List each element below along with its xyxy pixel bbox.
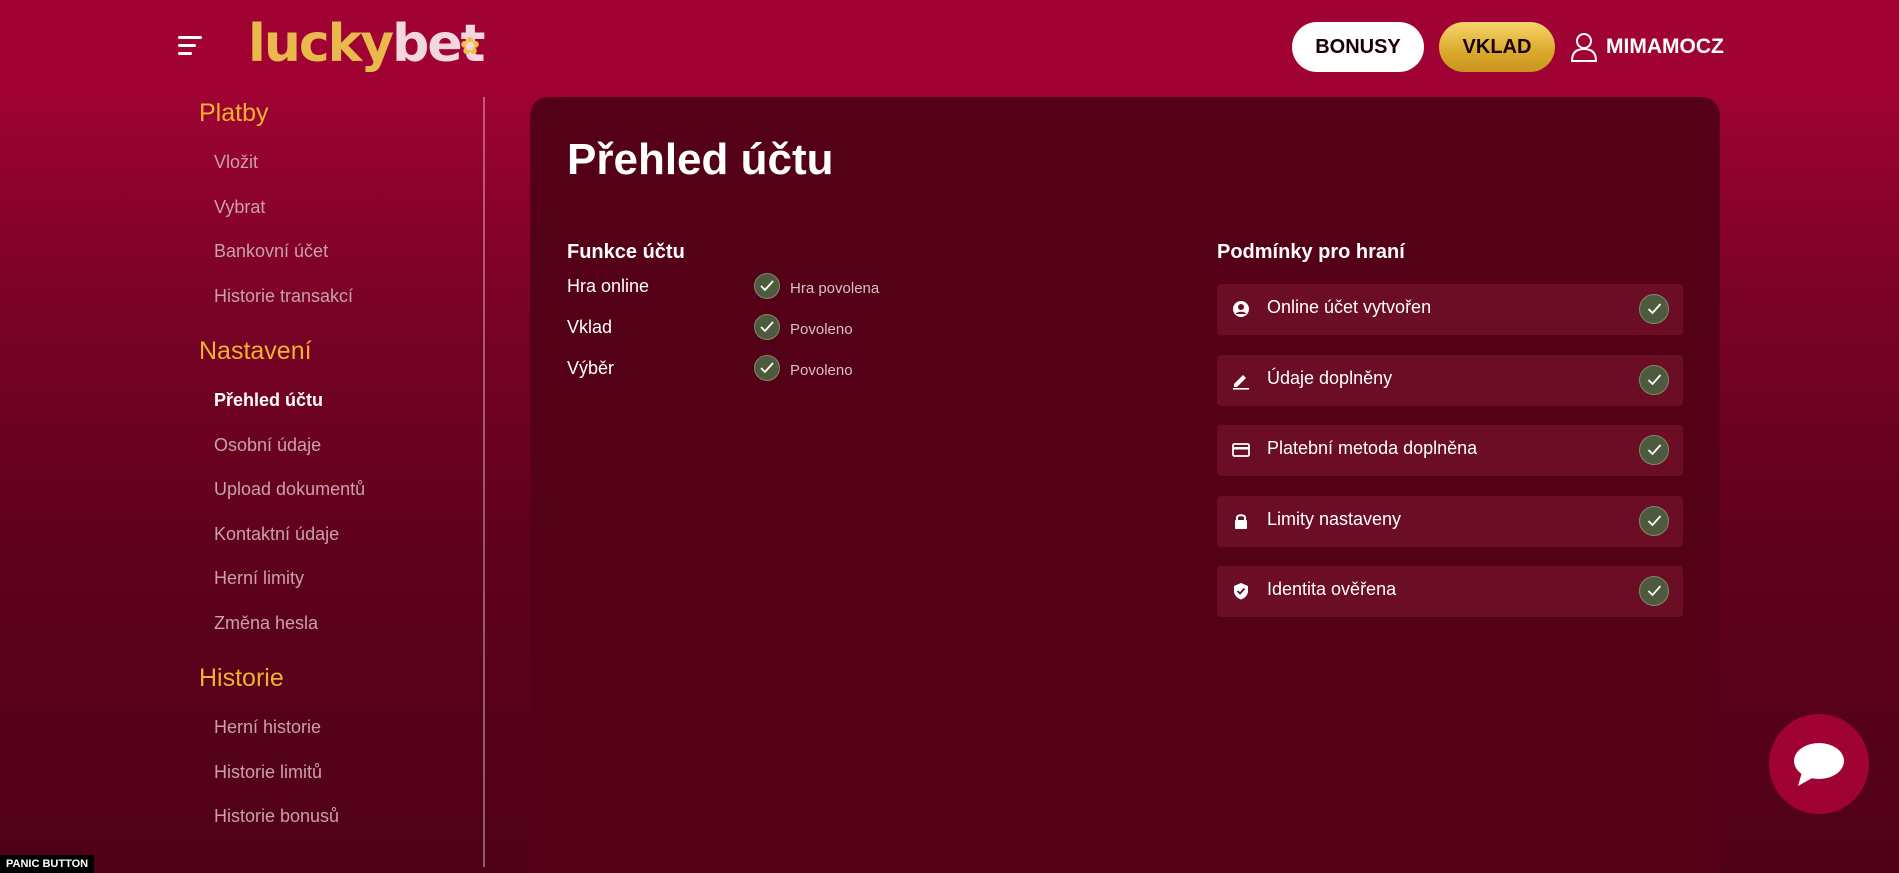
check-icon <box>754 355 780 381</box>
feature-row: Vklad Povoleno <box>567 314 967 346</box>
check-icon <box>1639 365 1669 395</box>
sidebar-item-osobni-udaje[interactable]: Osobní údaje <box>199 434 479 479</box>
panic-button[interactable]: PANIC BUTTON <box>0 855 95 873</box>
live-chat-button[interactable] <box>1769 714 1869 814</box>
feature-status: Povoleno <box>790 362 853 379</box>
check-icon <box>1639 294 1669 324</box>
condition-row: Identita ověřena <box>1217 566 1683 617</box>
condition-row: Platební metoda doplněna <box>1217 425 1683 476</box>
feature-status: Povoleno <box>790 321 853 338</box>
account-overview-panel: Přehled účtu Funkce účtu Hra online Hra … <box>530 97 1720 873</box>
feature-label: Výběr <box>567 358 615 378</box>
feature-label: Vklad <box>567 317 613 337</box>
chat-bubble-icon <box>1794 743 1844 786</box>
vklad-button[interactable]: VKLAD <box>1439 22 1555 72</box>
username: MIMAMOCZ <box>1606 35 1724 58</box>
credit-card-icon <box>1232 443 1250 457</box>
features-title: Funkce účtu <box>567 241 685 263</box>
conditions-title: Podmínky pro hraní <box>1217 241 1405 263</box>
shield-check-icon <box>1234 583 1248 600</box>
check-icon <box>1639 506 1669 536</box>
sidebar-item-zmena-hesla[interactable]: Změna hesla <box>199 612 479 657</box>
condition-row: Online účet vytvořen <box>1217 284 1683 335</box>
feature-status: Hra povolena <box>790 280 880 297</box>
user-circle-icon <box>1233 301 1249 317</box>
check-icon <box>1639 435 1669 465</box>
bonusy-button[interactable]: BONUSY <box>1292 22 1424 72</box>
sidebar-item-historie-transakci[interactable]: Historie transakcí <box>199 285 479 330</box>
sidebar-section-historie: Historie <box>199 664 284 692</box>
sidebar-section-platby: Platby <box>199 99 269 127</box>
check-icon <box>754 314 780 340</box>
sidebar-item-historie-limitu[interactable]: Historie limitů <box>199 761 479 806</box>
condition-row: Limity nastaveny <box>1217 496 1683 547</box>
account-sidebar: Platby Vložit Vybrat Bankovní účet Histo… <box>199 97 479 850</box>
sidebar-item-upload-dokumentu[interactable]: Upload dokumentů <box>199 478 479 523</box>
feature-row: Hra online Hra povolena <box>567 273 967 305</box>
sidebar-item-herni-limity[interactable]: Herní limity <box>199 567 479 612</box>
condition-label: Platební metoda doplněna <box>1267 438 1478 458</box>
sidebar-item-bankovni-ucet[interactable]: Bankovní účet <box>199 240 479 285</box>
hamburger-menu-icon[interactable] <box>178 36 202 56</box>
sidebar-item-vlozit[interactable]: Vložit <box>199 151 479 196</box>
lock-icon <box>1235 514 1247 529</box>
condition-label: Online účet vytvořen <box>1267 297 1432 317</box>
user-icon <box>1570 33 1598 62</box>
condition-label: Identita ověřena <box>1267 579 1397 599</box>
sidebar-item-herni-historie[interactable]: Herní historie <box>199 716 479 761</box>
sidebar-item-historie-bonusu[interactable]: Historie bonusů <box>199 805 479 850</box>
condition-row: Údaje doplněny <box>1217 355 1683 406</box>
user-account-menu[interactable]: MIMAMOCZ <box>1570 28 1724 66</box>
sidebar-divider <box>483 97 485 867</box>
sidebar-item-prehled-uctu[interactable]: Přehled účtu <box>199 389 479 434</box>
feature-row: Výběr Povoleno <box>567 355 967 387</box>
pencil-icon <box>1233 375 1249 390</box>
clover-icon: ✿ <box>459 32 480 60</box>
sidebar-item-vybrat[interactable]: Vybrat <box>199 196 479 241</box>
feature-label: Hra online <box>567 276 650 296</box>
condition-label: Limity nastaveny <box>1267 509 1402 529</box>
check-icon <box>754 273 780 299</box>
page-title: Přehled účtu <box>567 135 834 184</box>
luckybet-logo[interactable]: luckybet ✿ <box>248 12 486 76</box>
condition-label: Údaje doplněny <box>1267 368 1393 388</box>
top-header: luckybet ✿ BONUSY VKLAD MIMAMOCZ <box>0 0 1899 97</box>
check-icon <box>1639 576 1669 606</box>
sidebar-item-kontaktni-udaje[interactable]: Kontaktní údaje <box>199 523 479 568</box>
sidebar-section-nastaveni: Nastavení <box>199 337 312 365</box>
